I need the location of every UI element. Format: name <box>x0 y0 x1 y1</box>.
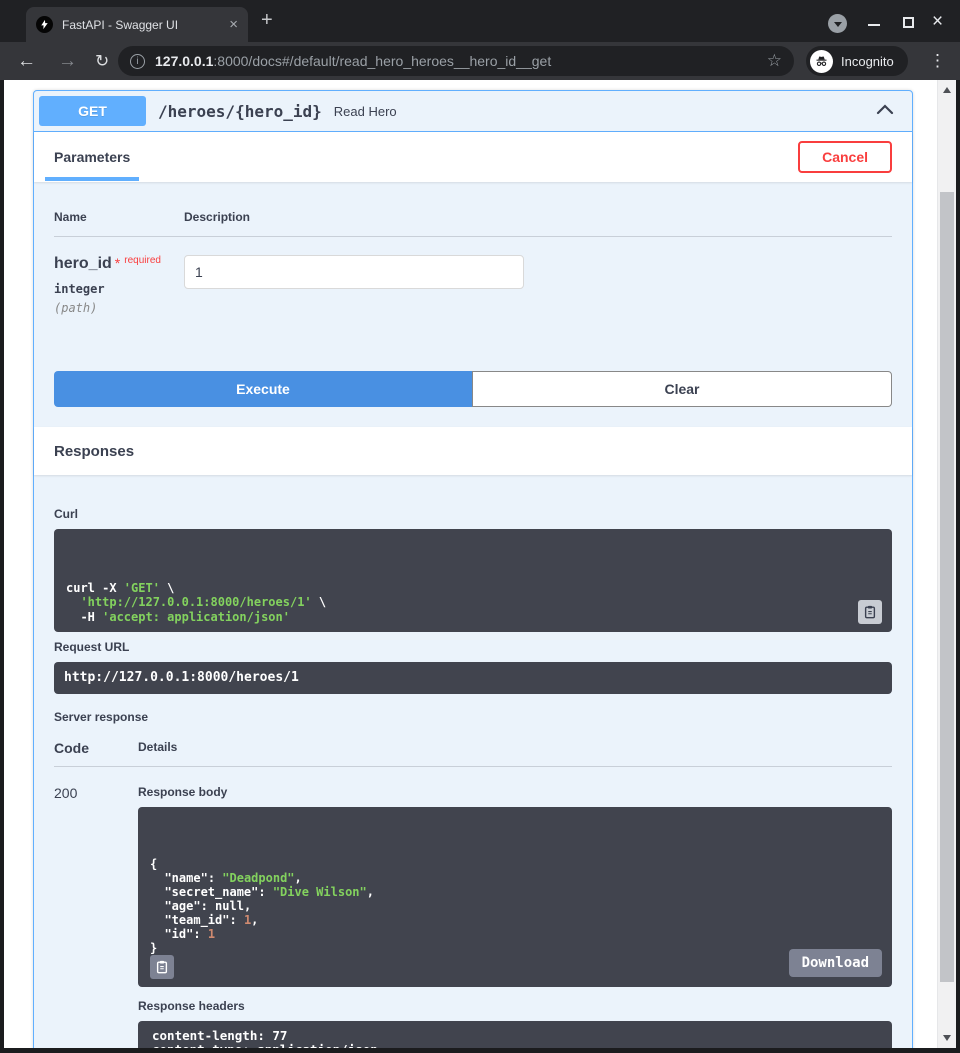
copy-response-button[interactable] <box>150 955 174 979</box>
name-column-header: Name <box>54 210 184 224</box>
scrollbar-thumb[interactable] <box>940 192 954 982</box>
request-url-label: Request URL <box>54 640 892 654</box>
parameter-meta: hero_id * required integer (path) <box>54 255 184 315</box>
execute-button[interactable]: Execute <box>54 371 472 407</box>
browser-window: FastAPI - Swagger UI × + × ← → ↻ i 127.0… <box>0 0 960 1053</box>
response-body-label: Response body <box>138 785 892 799</box>
request-url-block: http://127.0.0.1:8000/heroes/1 <box>54 662 892 694</box>
forward-button[interactable]: → <box>58 52 77 71</box>
parameter-row: hero_id * required integer (path) <box>54 237 892 371</box>
caret-down-icon <box>834 22 842 27</box>
new-tab-button[interactable]: + <box>261 9 273 32</box>
server-response-table-header: Code Details <box>54 740 892 767</box>
collapse-chevron-icon[interactable] <box>876 102 894 120</box>
server-response-row: 200 Response body { "name": "Deadpond", … <box>54 767 892 1048</box>
parameter-location: (path) <box>54 301 184 315</box>
response-body-actions: Download <box>789 949 882 977</box>
response-headers-block: content-length: 77content-type: applicat… <box>138 1021 892 1048</box>
opblock-summary[interactable]: GET /heroes/{hero_id} Read Hero <box>34 91 912 132</box>
responses-body: Curl curl -X 'GET' \ 'http://127.0.0.1:8… <box>34 475 912 1048</box>
url-text: 127.0.0.1:8000/docs#/default/read_hero_h… <box>155 53 759 69</box>
scrollbar-up-arrow-icon[interactable] <box>943 87 951 93</box>
opblock-get-heroes: GET /heroes/{hero_id} Read Hero Paramete… <box>33 90 913 1048</box>
parameters-table-header: Name Description <box>54 190 892 237</box>
url-bar[interactable]: i 127.0.0.1:8000/docs#/default/read_hero… <box>118 46 794 76</box>
parameters-section: Name Description hero_id * required inte… <box>34 182 912 371</box>
tab-parameters[interactable]: Parameters <box>54 149 130 165</box>
back-button[interactable]: ← <box>17 52 36 71</box>
parameter-name: hero_id <box>54 255 112 273</box>
server-response-label: Server response <box>54 710 892 724</box>
http-method-badge[interactable]: GET <box>39 96 146 126</box>
page-viewport: GET /heroes/{hero_id} Read Hero Paramete… <box>4 80 956 1048</box>
minimize-button[interactable] <box>868 24 880 26</box>
browser-toolbar: ← → ↻ i 127.0.0.1:8000/docs#/default/rea… <box>0 42 960 80</box>
parameters-header: Parameters Cancel <box>34 132 912 182</box>
window-close-button[interactable]: × <box>932 12 943 31</box>
tab-search-button[interactable] <box>828 14 847 33</box>
incognito-icon <box>810 50 833 73</box>
hero-id-input[interactable] <box>184 255 524 289</box>
url-path: :8000/docs#/default/read_hero_heroes__he… <box>213 53 551 69</box>
reload-button[interactable]: ↻ <box>95 53 109 70</box>
swagger-page: GET /heroes/{hero_id} Read Hero Paramete… <box>4 80 937 1048</box>
execute-row: Execute Clear <box>34 371 912 427</box>
bookmark-star-icon[interactable]: ☆ <box>767 51 782 71</box>
response-body-block: { "name": "Deadpond", "secret_name": "Di… <box>138 807 892 987</box>
copy-curl-button[interactable] <box>858 600 882 624</box>
cancel-button[interactable]: Cancel <box>798 141 892 173</box>
details-column-header: Details <box>138 740 892 756</box>
endpoint-path: /heroes/{hero_id} <box>158 102 322 121</box>
url-host: 127.0.0.1 <box>155 53 213 69</box>
page-scrollbar[interactable] <box>937 80 956 1048</box>
status-code: 200 <box>54 785 138 1048</box>
response-details: Response body { "name": "Deadpond", "sec… <box>138 785 892 1048</box>
incognito-badge: Incognito <box>806 46 908 76</box>
parameter-type: integer <box>54 282 184 296</box>
responses-title: Responses <box>54 443 134 460</box>
tab-close-icon[interactable]: × <box>229 17 238 32</box>
browser-menu-icon[interactable]: ⋮ <box>929 51 946 71</box>
required-label: required <box>124 255 161 266</box>
required-star: * <box>115 255 120 271</box>
fastapi-favicon-icon <box>36 16 53 33</box>
endpoint-summary: Read Hero <box>334 104 876 119</box>
incognito-label: Incognito <box>841 54 894 69</box>
code-column-header: Code <box>54 740 138 756</box>
download-button[interactable]: Download <box>789 949 882 977</box>
curl-label: Curl <box>54 507 892 521</box>
site-info-icon[interactable]: i <box>130 54 145 69</box>
browser-tab[interactable]: FastAPI - Swagger UI × <box>26 7 248 42</box>
curl-code-block: curl -X 'GET' \ 'http://127.0.0.1:8000/h… <box>54 529 892 632</box>
description-column-header: Description <box>184 210 250 224</box>
maximize-button[interactable] <box>903 17 914 28</box>
scrollbar-down-arrow-icon[interactable] <box>943 1035 951 1041</box>
parameter-value-cell <box>184 255 524 315</box>
tab-title: FastAPI - Swagger UI <box>62 18 223 32</box>
clear-button[interactable]: Clear <box>472 371 892 407</box>
tab-strip: FastAPI - Swagger UI × + × <box>0 0 960 42</box>
response-headers-label: Response headers <box>138 999 892 1013</box>
responses-header: Responses <box>34 427 912 475</box>
